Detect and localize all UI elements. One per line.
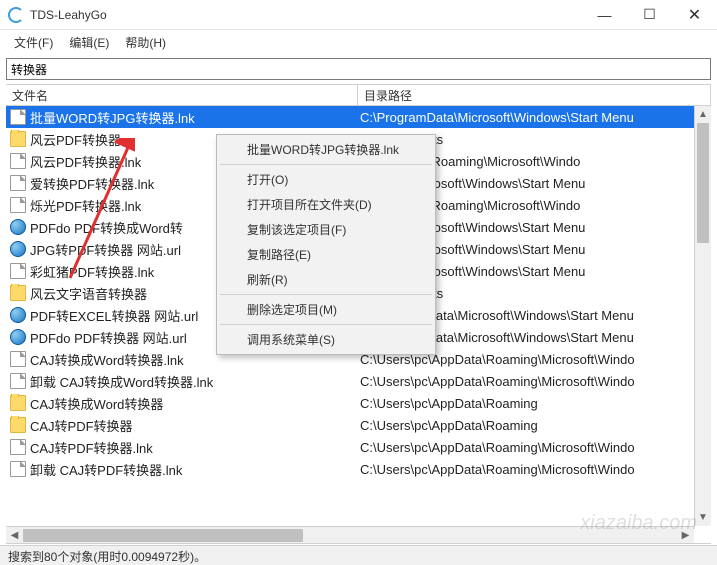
ctx-delete[interactable]: 删除选定项目(M) [219, 297, 433, 322]
file-icon [10, 197, 26, 213]
file-path: C:\Users\pc\AppData\Roaming [358, 418, 711, 433]
table-row[interactable]: CAJ转PDF转换器 C:\Users\pc\AppData\Roaming [6, 414, 711, 436]
file-name: 卸载 CAJ转换成Word转换器.lnk [30, 372, 213, 391]
file-path: C:\Users\pc\AppData\Roaming\Microsoft\Wi… [358, 374, 711, 389]
ctx-refresh[interactable]: 刷新(R) [219, 267, 433, 292]
file-icon [10, 175, 26, 191]
ctx-sysmenu[interactable]: 调用系统菜单(S) [219, 327, 433, 352]
menu-file[interactable]: 文件(F) [6, 32, 61, 53]
file-name: CAJ转换成Word转换器 [30, 394, 163, 413]
file-name: 卸载 CAJ转PDF转换器.lnk [30, 460, 182, 479]
separator [220, 294, 432, 295]
window-title: TDS-LeahyGo [30, 8, 582, 22]
scroll-left-icon[interactable]: ◀ [6, 527, 23, 544]
globe-icon [10, 219, 26, 235]
file-name: 风云PDF转换器 [30, 130, 121, 149]
globe-icon [10, 307, 26, 323]
table-row[interactable]: 批量WORD转JPG转换器.lnk C:\ProgramData\Microsof… [6, 106, 711, 128]
search-input[interactable] [7, 60, 710, 78]
ctx-copy-item[interactable]: 复制该选定项目(F) [219, 217, 433, 242]
file-name: 烁光PDF转换器.lnk [30, 196, 141, 215]
search-bar [6, 58, 711, 80]
file-path: C:\ProgramData\Microsoft\Windows\Start M… [358, 110, 711, 125]
minimize-button[interactable]: — [582, 0, 627, 30]
separator [220, 324, 432, 325]
table-row[interactable]: 卸载 CAJ转换成Word转换器.lnk C:\Users\pc\AppData\… [6, 370, 711, 392]
file-name: 风云文字语音转换器 [30, 284, 147, 303]
maximize-button[interactable]: ☐ [627, 0, 672, 30]
menu-help[interactable]: 帮助(H) [117, 32, 174, 53]
folder-icon [10, 131, 26, 147]
table-row[interactable]: CAJ转PDF转换器.lnk C:\Users\pc\AppData\Roamin… [6, 436, 711, 458]
file-name: CAJ转PDF转换器 [30, 416, 133, 435]
file-icon [10, 439, 26, 455]
folder-icon [10, 285, 26, 301]
separator [220, 164, 432, 165]
file-name: 彩虹猪PDF转换器.lnk [30, 262, 154, 281]
file-path: C:\Users\pc\AppData\Roaming\Microsoft\Wi… [358, 462, 711, 477]
scroll-right-icon[interactable]: ▶ [677, 527, 694, 544]
vertical-scrollbar[interactable]: ▲ ▼ [694, 106, 711, 526]
table-row[interactable]: CAJ转换成Word转换器 C:\Users\pc\AppData\Roaming [6, 392, 711, 414]
file-path: C:\Users\pc\AppData\Roaming [358, 396, 711, 411]
file-name: PDF转EXCEL转换器 网站.url [30, 306, 198, 325]
title-bar: TDS-LeahyGo — ☐ ✕ [0, 0, 717, 30]
scroll-thumb-v[interactable] [697, 123, 709, 243]
horizontal-scrollbar[interactable]: ◀ ▶ [6, 526, 694, 543]
scroll-thumb-h[interactable] [23, 529, 303, 542]
ctx-open-folder[interactable]: 打开项目所在文件夹(D) [219, 192, 433, 217]
file-icon [10, 373, 26, 389]
status-bar: 搜索到80个对象(用时0.0094972秒)。 [0, 545, 717, 565]
globe-icon [10, 241, 26, 257]
ctx-open[interactable]: 打开(O) [219, 167, 433, 192]
table-row[interactable]: 卸载 CAJ转PDF转换器.lnk C:\Users\pc\AppData\Roa… [6, 458, 711, 480]
file-icon [10, 461, 26, 477]
file-icon [10, 153, 26, 169]
scroll-down-icon[interactable]: ▼ [695, 509, 711, 526]
file-name: JPG转PDF转换器 网站.url [30, 240, 181, 259]
folder-icon [10, 417, 26, 433]
folder-icon [10, 395, 26, 411]
scroll-up-icon[interactable]: ▲ [695, 106, 711, 123]
context-title: 批量WORD转JPG转换器.lnk [219, 137, 433, 162]
globe-icon [10, 329, 26, 345]
file-name: 风云PDF转换器.lnk [30, 152, 141, 171]
app-icon [8, 7, 24, 23]
file-icon [10, 351, 26, 367]
header-filename[interactable]: 文件名 [6, 85, 358, 105]
file-icon [10, 263, 26, 279]
close-button[interactable]: ✕ [672, 0, 717, 30]
file-name: CAJ转换成Word转换器.lnk [30, 350, 184, 369]
context-menu: 批量WORD转JPG转换器.lnk 打开(O) 打开项目所在文件夹(D) 复制该… [216, 134, 436, 355]
header-path[interactable]: 目录路径 [358, 85, 711, 105]
file-path: C:\Users\pc\AppData\Roaming\Microsoft\Wi… [358, 440, 711, 455]
file-name: 爱转换PDF转换器.lnk [30, 174, 154, 193]
file-name: PDFdo PDF转换成Word转 [30, 218, 183, 237]
column-headers: 文件名 目录路径 [6, 84, 711, 106]
menu-bar: 文件(F) 编辑(E) 帮助(H) [0, 30, 717, 54]
menu-edit[interactable]: 编辑(E) [61, 32, 117, 53]
file-name: PDFdo PDF转换器 网站.url [30, 328, 187, 347]
file-name: CAJ转PDF转换器.lnk [30, 438, 153, 457]
ctx-copy-path[interactable]: 复制路径(E) [219, 242, 433, 267]
file-name: 批量WORD转JPG转换器.lnk [30, 108, 195, 127]
file-icon [10, 109, 26, 125]
